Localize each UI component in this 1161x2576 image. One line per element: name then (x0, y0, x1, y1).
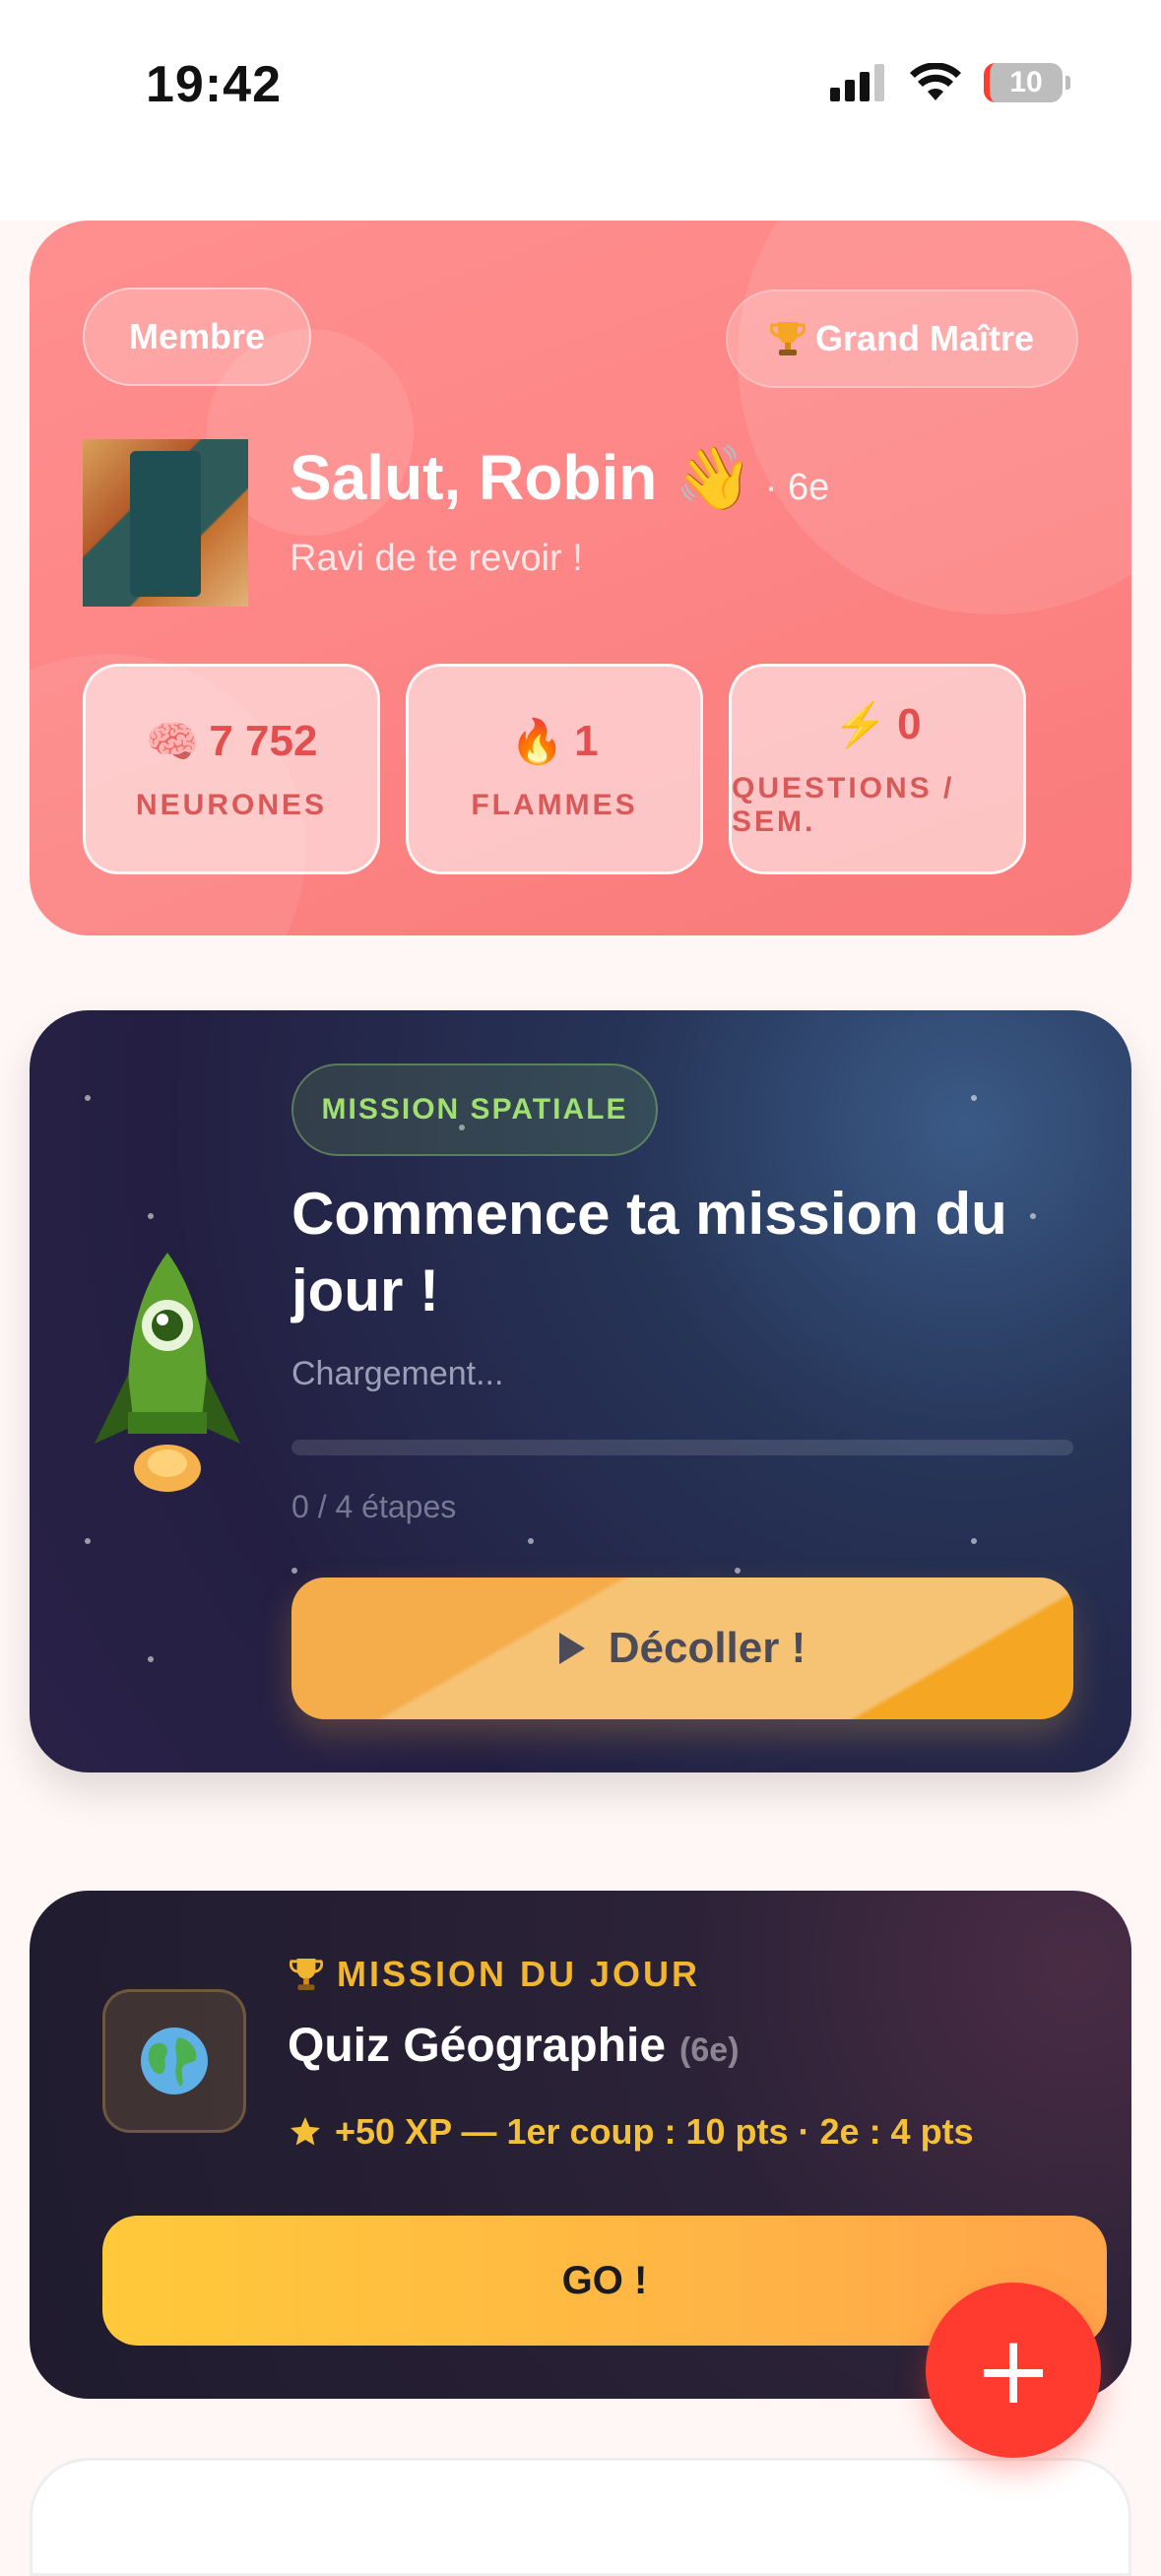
plus-icon: + (973, 2315, 1054, 2425)
stat-value: 0 (897, 700, 922, 748)
quiz-title: Quiz Géographie (288, 2020, 667, 2072)
daily-mission-label: MISSION DU JOUR (290, 1954, 700, 1995)
member-badge[interactable]: Membre (83, 288, 311, 386)
star-icon (290, 2117, 320, 2146)
mission-progress-bar (291, 1440, 1073, 1455)
status-bar: 19:42 10 (0, 0, 1161, 221)
next-card (30, 2458, 1131, 2576)
greeting-subtitle: Ravi de te revoir ! (290, 538, 583, 579)
stat-value: 1 (574, 717, 599, 765)
fire-icon: 🔥 (510, 718, 565, 766)
stat-questions[interactable]: ⚡ 0 QUESTIONS / SEM. (729, 664, 1026, 874)
play-icon (558, 1633, 585, 1664)
quiz-grade: (6e) (679, 2031, 740, 2069)
space-mission-card: MISSION SPATIALE Commence ta mission du … (30, 1010, 1131, 1772)
space-mission-title: Commence ta mission du jour ! (291, 1181, 1007, 1323)
launch-button-label: Décoller ! (608, 1624, 806, 1672)
rank-badge[interactable]: Grand Maître (726, 290, 1078, 388)
mission-steps: 0 / 4 étapes (291, 1489, 457, 1524)
stat-value: 7 752 (209, 717, 318, 765)
stat-label: QUESTIONS / SEM. (732, 772, 955, 838)
reward-text: +50 XP — 1er coup : 10 pts · 2e : 4 pts (335, 2111, 974, 2152)
loading-text: Chargement... (291, 1355, 504, 1392)
member-badge-label: Membre (128, 316, 266, 356)
profile-card: Membre Grand Maître Salut, Robin 👋 · 6e … (30, 221, 1131, 935)
stat-label: FLAMMES (471, 789, 638, 821)
stat-flammes[interactable]: 🔥 1 FLAMMES (406, 664, 703, 874)
stat-label: NEURONES (135, 789, 328, 821)
rocket-icon (95, 1253, 240, 1492)
status-time: 19:42 (146, 56, 282, 113)
wifi-icon (910, 63, 961, 100)
mission-spatiale-badge: MISSION SPATIALE (291, 1063, 658, 1156)
daily-reward: +50 XP — 1er coup : 10 pts · 2e : 4 pts (288, 2111, 974, 2153)
rank-badge-label: Grand Maître (814, 318, 1035, 358)
daily-mission-title: Quiz Géographie (6e) (288, 2019, 740, 2073)
avatar[interactable] (83, 439, 248, 607)
globe-icon-box (102, 1989, 246, 2133)
lightning-icon: ⚡ (833, 701, 888, 749)
signal-icon (830, 64, 884, 101)
go-button-label: GO ! (561, 2258, 648, 2302)
globe-icon (141, 2028, 208, 2094)
trophy-icon (769, 322, 806, 355)
grade-label: · 6e (764, 467, 830, 508)
greeting: Salut, Robin 👋 · 6e (290, 441, 829, 515)
battery-icon: 10 (984, 63, 1070, 102)
daily-mission-label-text: MISSION DU JOUR (337, 1954, 701, 1994)
greeting-text: Salut, Robin 👋 (290, 442, 753, 513)
status-icons: 10 (830, 63, 1070, 102)
trophy-icon (290, 1958, 323, 1991)
stat-neurones[interactable]: 🧠 7 752 NEURONES (83, 664, 380, 874)
brain-icon: 🧠 (145, 718, 200, 766)
launch-button[interactable]: Décoller ! (291, 1578, 1073, 1719)
add-button[interactable]: + (926, 2283, 1101, 2458)
